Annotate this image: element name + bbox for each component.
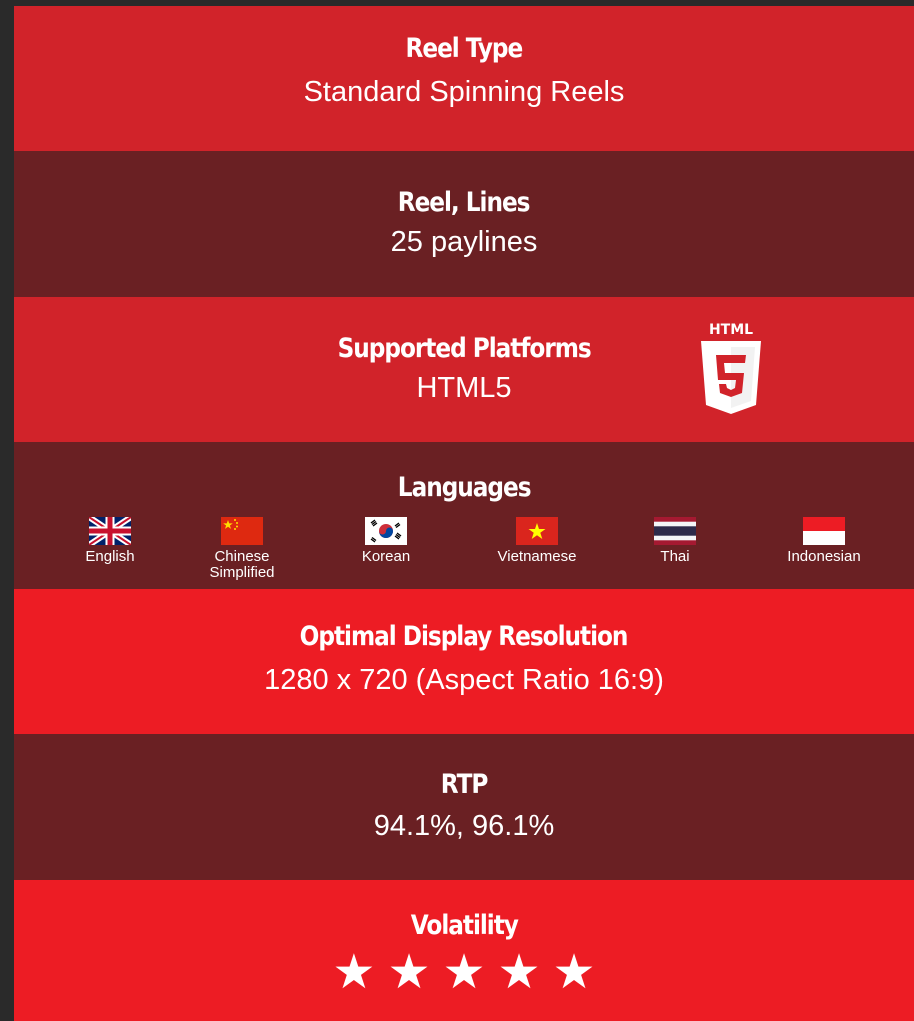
language-label: Korean — [361, 548, 411, 565]
reel-type-value: Standard Spinning Reels — [303, 76, 625, 108]
lines-title: Reel, Lines — [398, 187, 531, 218]
language-item-korean: Korean — [326, 517, 446, 565]
rtp-section: RTP 94.1%, 96.1% — [14, 734, 914, 880]
language-label: Vietnamese — [497, 548, 577, 565]
languages-title: Languages — [397, 472, 532, 503]
language-item-english: English — [50, 517, 170, 565]
platforms-section: Supported Platforms HTML5 HTML — [14, 297, 914, 442]
lines-value: 25 paylines — [390, 226, 538, 258]
language-label: Indonesian — [787, 548, 861, 565]
game-info-panel: Reel Type Standard Spinning Reels Reel, … — [14, 6, 914, 1021]
language-label: Thai — [660, 548, 690, 565]
vietnam-flag-icon — [516, 517, 558, 545]
rtp-value: 94.1%, 96.1% — [373, 810, 555, 842]
platforms-value: HTML5 — [416, 372, 512, 404]
html5-logo-icon: HTML — [701, 322, 761, 414]
language-item-thai: Thai — [615, 517, 735, 565]
uk-flag-icon — [89, 517, 131, 545]
language-label: English — [85, 548, 135, 565]
platforms-title: Supported Platforms — [337, 333, 591, 364]
lines-section: Reel, Lines 25 paylines — [14, 151, 914, 297]
resolution-title: Optimal Display Resolution — [300, 621, 629, 652]
volatility-title: Volatility — [410, 910, 518, 941]
html5-logo-text: HTML — [709, 322, 753, 338]
indonesia-flag-icon — [803, 517, 845, 545]
rtp-title: RTP — [440, 769, 489, 800]
languages-section: Languages English Chinese Simplified Kor… — [14, 442, 914, 589]
language-item-chinese-simplified: Chinese Simplified — [182, 517, 302, 581]
language-label: Chinese Simplified — [209, 548, 275, 581]
volatility-section: Volatility ★★★★★ — [14, 880, 914, 1021]
language-item-vietnamese: Vietnamese — [477, 517, 597, 565]
china-flag-icon — [221, 517, 263, 545]
reel-type-section: Reel Type Standard Spinning Reels — [14, 6, 914, 151]
volatility-stars-icon: ★★★★★ — [332, 946, 608, 999]
resolution-section: Optimal Display Resolution 1280 x 720 (A… — [14, 589, 914, 734]
resolution-value: 1280 x 720 (Aspect Ratio 16:9) — [264, 664, 664, 696]
thailand-flag-icon — [654, 517, 696, 545]
reel-type-title: Reel Type — [405, 33, 524, 64]
korea-flag-icon — [365, 517, 407, 545]
language-item-indonesian: Indonesian — [764, 517, 884, 565]
